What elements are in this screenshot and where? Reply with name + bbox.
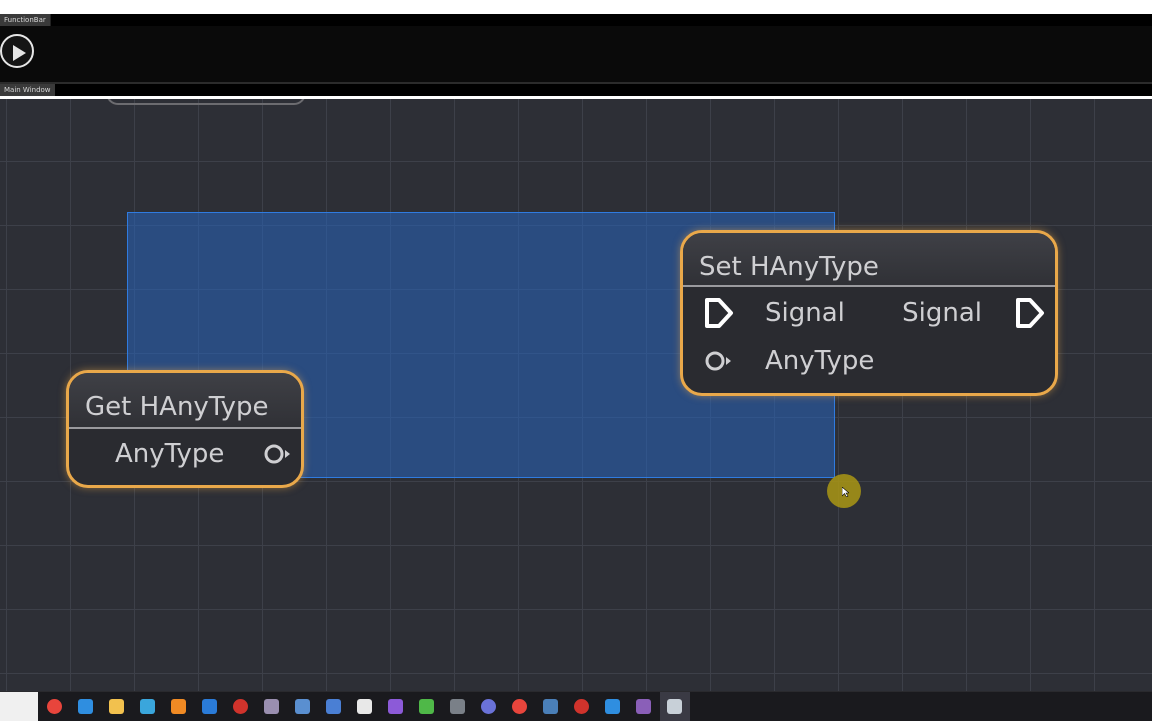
taskbar-app-icon[interactable] [636, 699, 651, 714]
signal-pin-row: Signal Signal [701, 293, 1046, 333]
taskbar-active-window-icon[interactable] [667, 699, 682, 714]
play-icon [13, 45, 26, 61]
signal-output-label: Signal [902, 298, 982, 328]
value-pin-row: AnyType [701, 341, 1046, 381]
taskbar-app-icon[interactable] [295, 699, 310, 714]
taskbar-app-icon[interactable] [450, 699, 465, 714]
node-graph-canvas[interactable]: Get HAnyType AnyType Set HAnyType Signal… [0, 99, 1152, 691]
value-input-label: AnyType [765, 346, 875, 376]
function-bar [0, 26, 1152, 82]
play-button[interactable] [0, 34, 34, 68]
taskbar-steam-icon[interactable] [543, 699, 558, 714]
taskbar-calculator-icon[interactable] [326, 699, 341, 714]
taskbar-chrome-icon[interactable] [512, 699, 527, 714]
taskbar-obs-icon[interactable] [574, 699, 589, 714]
node-title: Get HAnyType [69, 373, 301, 429]
cursor-highlight [827, 474, 861, 508]
main-window-tab[interactable]: Main Window [0, 84, 55, 96]
taskbar-app-icon[interactable] [264, 699, 279, 714]
start-area[interactable] [0, 692, 38, 721]
signal-input-label: Signal [765, 298, 845, 328]
set-hanytype-node[interactable]: Set HAnyType Signal Signal AnyType [680, 230, 1058, 396]
taskbar-blender-icon[interactable] [171, 699, 186, 714]
taskbar-visual-studio-icon[interactable] [388, 699, 403, 714]
taskbar-paint-icon[interactable] [605, 699, 620, 714]
pin-label: AnyType [115, 439, 225, 469]
signal-input-pin-icon[interactable] [701, 296, 735, 330]
taskbar-discord-icon[interactable] [481, 699, 496, 714]
partial-node[interactable] [106, 99, 306, 105]
taskbar [0, 691, 1152, 721]
taskbar-notes-icon[interactable] [140, 699, 155, 714]
value-input-pin-icon[interactable] [701, 349, 735, 373]
output-pin-row: AnyType [115, 434, 295, 474]
function-bar-tab[interactable]: FunctionBar [0, 14, 51, 26]
divider [0, 82, 1152, 84]
taskbar-document-icon[interactable] [357, 699, 372, 714]
node-title: Set HAnyType [683, 233, 1055, 287]
taskbar-edge-icon[interactable] [78, 699, 93, 714]
title-strip [0, 0, 1152, 14]
signal-output-pin-icon[interactable] [1012, 296, 1046, 330]
cursor-icon [842, 487, 849, 497]
taskbar-mail-icon[interactable] [202, 699, 217, 714]
taskbar-file-explorer-icon[interactable] [109, 699, 124, 714]
output-pin-icon[interactable] [263, 442, 293, 466]
taskbar-chrome-icon[interactable] [47, 699, 62, 714]
taskbar-record-icon[interactable] [233, 699, 248, 714]
get-hanytype-node[interactable]: Get HAnyType AnyType [66, 370, 304, 488]
taskbar-minecraft-icon[interactable] [419, 699, 434, 714]
